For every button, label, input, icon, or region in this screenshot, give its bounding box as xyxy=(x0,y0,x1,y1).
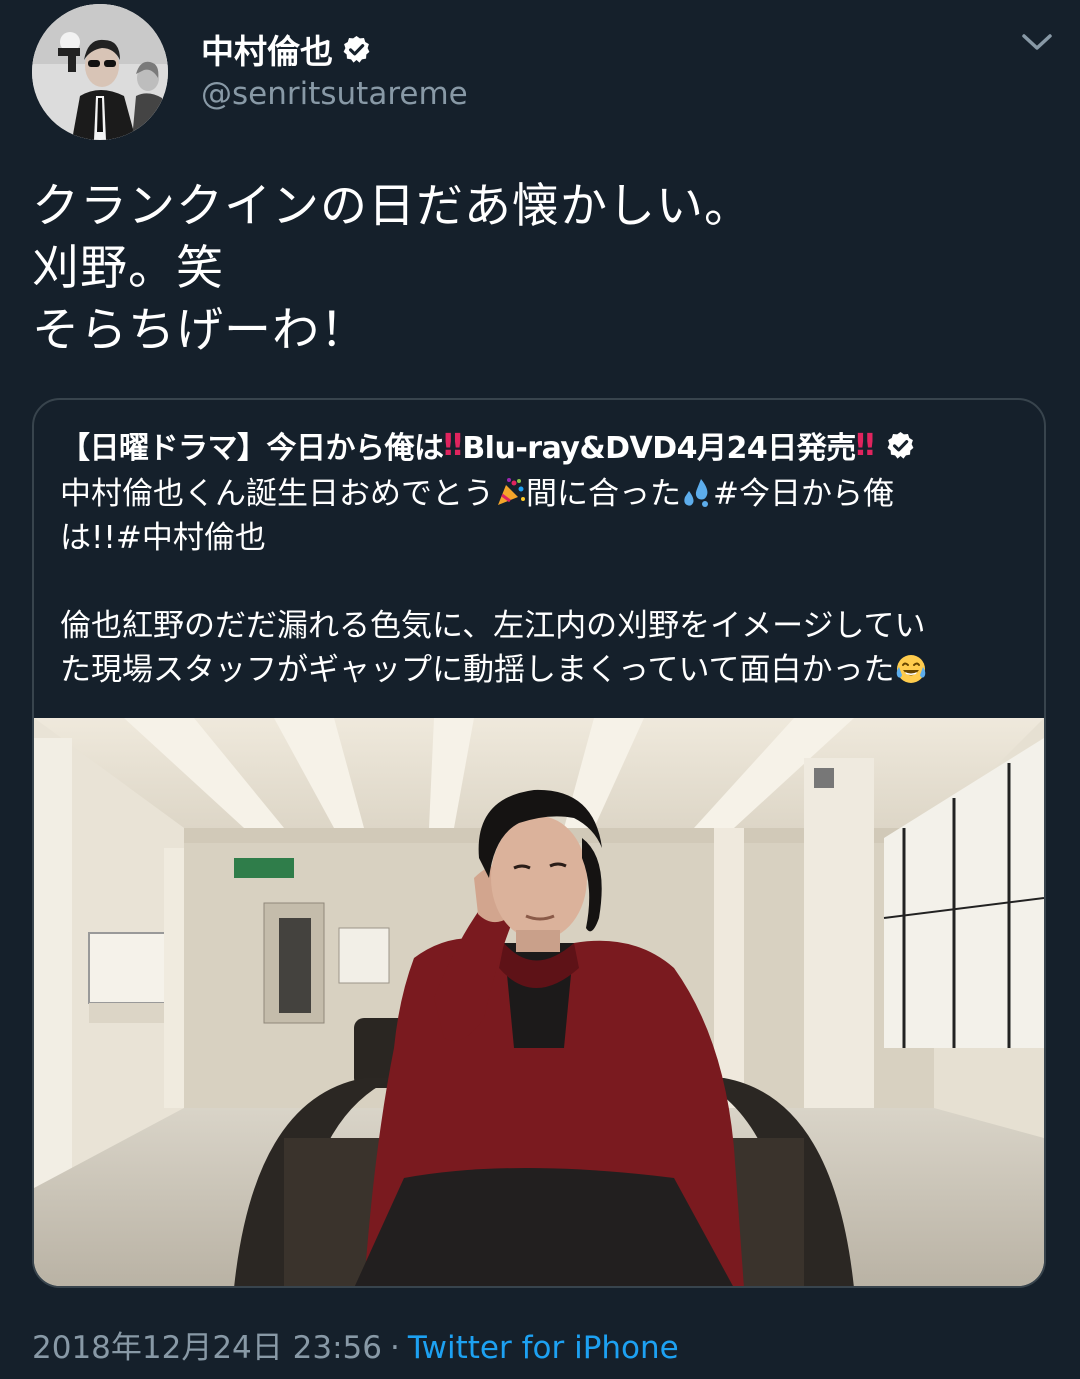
author-display-name[interactable]: 中村倫也 xyxy=(201,25,333,73)
quoted-text-segment: 倫也紅野のだだ漏れる色気に、左江内の刈野をイメージしてい xyxy=(60,608,926,644)
verified-badge-icon xyxy=(885,430,916,461)
quoted-tweet-header: 【日曜ドラマ】今日から俺は ‼ Blu-ray&DVD4月24日発売 ‼ xyxy=(60,422,916,468)
quoted-tweet-card[interactable]: 【日曜ドラマ】今日から俺は ‼ Blu-ray&DVD4月24日発売 ‼ 中村倫… xyxy=(32,398,1046,1288)
verified-badge-icon xyxy=(341,34,372,65)
hashtag-link[interactable]: #今日から俺 xyxy=(713,476,894,512)
author-handle[interactable]: @senritsutareme xyxy=(201,76,468,112)
tears-of-joy-icon xyxy=(895,653,927,685)
author-name-row[interactable]: 中村倫也 xyxy=(201,26,372,72)
author-avatar[interactable] xyxy=(32,4,168,140)
quoted-text-segment: 中村倫也くん誕生日おめでとう xyxy=(60,476,494,512)
tweet-timestamp[interactable]: 2018年12月24日 23:56 xyxy=(32,1330,382,1366)
quoted-text-segment: 間に合った xyxy=(526,476,681,512)
double-exclamation-icon: ‼ xyxy=(443,427,463,463)
tweet-text-line: クランクインの日だあ懐かしい。 xyxy=(32,179,752,234)
tweet-source-link[interactable]: Twitter for iPhone xyxy=(408,1330,679,1366)
tweet-text-line: 刈野。笑 xyxy=(32,241,224,296)
quoted-tweet-photo[interactable] xyxy=(34,718,1044,1286)
tweet: 中村倫也 @senritsutareme クランクインの日だあ懐かしい。 刈野。… xyxy=(0,0,1080,1379)
party-popper-icon xyxy=(494,477,526,509)
tweet-footer: 2018年12月24日 23:56 · Twitter for iPhone xyxy=(32,1322,679,1367)
quoted-account-name-suffix: Blu-ray&DVD4月24日発売 xyxy=(462,431,856,466)
sweat-droplets-icon xyxy=(681,477,713,509)
footer-separator: · xyxy=(389,1330,400,1366)
chevron-down-icon[interactable] xyxy=(1018,28,1056,56)
quoted-text-segment: は!!#中村倫也 xyxy=(60,520,266,556)
double-exclamation-icon: ‼ xyxy=(855,427,875,463)
tweet-text-line: そらちげーわ！ xyxy=(32,303,368,358)
quoted-account-name: 【日曜ドラマ】今日から俺は xyxy=(60,431,444,466)
quoted-tweet-text: 中村倫也くん誕生日おめでとう 間に合った #今日から俺 は!!#中村倫也 倫也紅… xyxy=(60,472,1020,692)
tweet-text: クランクインの日だあ懐かしい。 刈野。笑 そらちげーわ！ xyxy=(32,176,752,362)
quoted-text-segment: た現場スタッフがギャップに動揺しまくっていて面白かった xyxy=(60,652,895,688)
